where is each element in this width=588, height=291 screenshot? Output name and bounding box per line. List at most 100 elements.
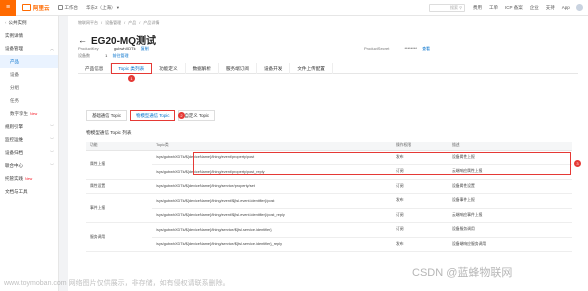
cell-function: 事件上报 bbox=[86, 193, 152, 223]
annotation-marker-3: 3 bbox=[574, 160, 581, 167]
cell-permission: 订阅 bbox=[392, 179, 448, 194]
product-key: ProductKey gubwhXDTk 复制 bbox=[78, 46, 149, 51]
breadcrumb-product-detail: 产品详情 bbox=[143, 20, 160, 25]
copy-product-key-link[interactable]: 复制 bbox=[141, 46, 149, 51]
sidebar-item-monitoring[interactable]: 监控运维 ﹀ bbox=[0, 133, 58, 146]
back-arrow-icon[interactable]: ← bbox=[78, 35, 87, 45]
cell-permission: 订阅 bbox=[392, 208, 448, 223]
cell-permission: 订阅 bbox=[392, 222, 448, 238]
top-link-fee[interactable]: 费用 bbox=[473, 5, 482, 11]
highlight-box-property-post bbox=[193, 152, 571, 175]
sidebar-item-hosted-practice[interactable]: 托管实践 New bbox=[0, 172, 58, 185]
new-badge: New bbox=[25, 176, 33, 181]
sidebar-item-device[interactable]: 设备 bbox=[0, 68, 58, 81]
annotation-marker-1: 1 bbox=[128, 75, 135, 82]
search-icon: ⚲ bbox=[459, 5, 463, 10]
chevron-down-icon: ﹀ bbox=[50, 162, 54, 168]
search-input[interactable]: 搜索 ⚲ bbox=[429, 3, 466, 12]
region-select[interactable]: 华东2（上海） ▾ bbox=[86, 5, 119, 11]
page-title: ← EG20-MQ测试 bbox=[78, 34, 157, 48]
table-row: /sys/gubwhXDTk/${deviceName}/thing/event… bbox=[86, 208, 572, 223]
cell-function: 属性上报 bbox=[86, 150, 152, 180]
cell-description: 设备端响应服务调用 bbox=[448, 237, 572, 252]
sidebar-item-group[interactable]: 分组 bbox=[0, 81, 58, 94]
chevron-down-icon: ﹀ bbox=[50, 149, 54, 155]
view-product-secret-link[interactable]: 查看 bbox=[422, 46, 430, 51]
cell-description: 设备属性设置 bbox=[448, 179, 572, 194]
main-area: 物联网平台 / 设备管理 / 产品 / 产品详情 ← EG20-MQ测试 Pro… bbox=[60, 16, 588, 291]
subtab-thing-model-topic[interactable]: 物模型通信 Topic bbox=[130, 110, 176, 121]
sidebar: ‹ 公共实例 实例详情 设备管理 ︿ 产品 设备 分组 任务 数字孪生 New 规则引… bbox=[0, 16, 59, 291]
tab-file-upload-config[interactable]: 文件上传配置 bbox=[290, 63, 333, 74]
table-row: 属性设置 /sys/gubwhXDTk/${deviceName}/thing/… bbox=[86, 179, 572, 194]
topic-subtabs: 基础通信 Topic 物模型通信 Topic 自定义 Topic bbox=[86, 110, 216, 121]
cell-function: 属性设置 bbox=[86, 179, 152, 194]
chevron-up-icon: ︿ bbox=[50, 45, 54, 51]
sidebar-item-docs-tools[interactable]: 文档与工具 bbox=[0, 185, 58, 198]
sidebar-item-public-instance[interactable]: ‹ 公共实例 bbox=[0, 16, 58, 29]
sidebar-item-device-management[interactable]: 设备管理 ︿ bbox=[0, 42, 58, 55]
sidebar-item-digital-twin[interactable]: 数字孪生 New bbox=[0, 107, 58, 120]
sidebar-item-device-archive[interactable]: 设备归档 ﹀ bbox=[0, 146, 58, 159]
annotation-marker-2: 2 bbox=[178, 112, 185, 119]
top-link-ticket[interactable]: 工单 bbox=[489, 5, 498, 11]
breadcrumb: 物联网平台 / 设备管理 / 产品 / 产品详情 bbox=[78, 20, 160, 26]
watermark-left: www.toymoban.com 网络图片仅供展示，非存储，如有侵权请联系删除。 bbox=[4, 280, 230, 287]
new-badge: New bbox=[30, 111, 38, 116]
breadcrumb-iot[interactable]: 物联网平台 bbox=[78, 20, 98, 26]
watermark-right: CSDN @蓝蜂物联网 bbox=[412, 267, 513, 279]
tab-product-info[interactable]: 产品信息 bbox=[78, 63, 112, 74]
breadcrumb-product[interactable]: 产品 bbox=[128, 20, 136, 26]
column-header-description: 描述 bbox=[448, 142, 572, 151]
cell-topic: /sys/gubwhXDTk/${deviceName}/thing/event… bbox=[152, 193, 392, 209]
table-header-row: 功能 Topic类 操作权限 描述 bbox=[86, 142, 572, 151]
cell-description: 设备事件上报 bbox=[448, 193, 572, 209]
section-title: 物模型通信 Topic 列表 bbox=[86, 130, 132, 135]
top-links: 费用 工单 ICP 备案 企业 支持 App bbox=[473, 5, 570, 11]
menu-icon[interactable]: ≡ bbox=[0, 0, 16, 16]
tab-topic-list[interactable]: Topic 类列表 bbox=[111, 63, 153, 74]
column-header-function: 功能 bbox=[86, 142, 152, 151]
content-panel: 物联网平台 / 设备管理 / 产品 / 产品详情 ← EG20-MQ测试 Pro… bbox=[68, 16, 588, 291]
tab-device-development[interactable]: 设备开发 bbox=[257, 63, 291, 74]
column-header-permission: 操作权限 bbox=[392, 142, 448, 151]
tab-data-parsing[interactable]: 数据解析 bbox=[186, 63, 219, 74]
subtab-basic-topic[interactable]: 基础通信 Topic bbox=[86, 110, 128, 121]
table-row: /sys/gubwhXDTk/${deviceName}/thing/servi… bbox=[86, 237, 572, 252]
cell-description: 设备服务调用 bbox=[448, 222, 572, 238]
home-icon bbox=[57, 5, 63, 10]
sidebar-item-union-center[interactable]: 联合中心 ﹀ bbox=[0, 159, 58, 172]
cell-topic: /sys/gubwhXDTk/${deviceName}/thing/event… bbox=[152, 208, 392, 223]
top-bar: ≡ 阿里云 工作台 华东2（上海） ▾ 搜索 ⚲ 费用 工单 ICP 备案 企业… bbox=[0, 0, 588, 16]
cell-topic: /sys/gubwhXDTk/${deviceName}/thing/servi… bbox=[152, 222, 392, 238]
workbench-link[interactable]: 工作台 bbox=[57, 5, 78, 11]
cell-description: 云端响应事件上报 bbox=[448, 208, 572, 223]
avatar[interactable] bbox=[575, 4, 583, 11]
brand-logo[interactable]: 阿里云 bbox=[22, 4, 50, 12]
chevron-left-icon: ‹ bbox=[5, 20, 7, 25]
device-count: 设备数 1 前往管理 bbox=[78, 53, 129, 58]
cell-permission: 发布 bbox=[392, 193, 448, 209]
breadcrumb-device-mgmt[interactable]: 设备管理 bbox=[105, 20, 121, 26]
top-link-support[interactable]: 支持 bbox=[546, 5, 555, 11]
aliyun-logo-icon bbox=[22, 4, 31, 11]
top-link-icp[interactable]: ICP 备案 bbox=[505, 5, 523, 11]
top-link-enterprise[interactable]: 企业 bbox=[530, 5, 539, 11]
sidebar-item-task[interactable]: 任务 bbox=[0, 94, 58, 107]
column-header-topic: Topic类 bbox=[152, 142, 392, 151]
cell-topic: /sys/gubwhXDTk/${deviceName}/thing/servi… bbox=[152, 179, 392, 194]
table-row: 事件上报 /sys/gubwhXDTk/${deviceName}/thing/… bbox=[86, 193, 572, 223]
manage-devices-link[interactable]: 前往管理 bbox=[112, 53, 128, 58]
tab-server-subscription[interactable]: 服务端订阅 bbox=[219, 63, 257, 74]
sidebar-item-instance-detail[interactable]: 实例详情 bbox=[0, 29, 58, 42]
chevron-down-icon: ﹀ bbox=[50, 123, 54, 129]
product-tabs: 产品信息 Topic 类列表 功能定义 数据解析 服务端订阅 设备开发 文件上传… bbox=[78, 63, 578, 74]
chevron-down-icon: ﹀ bbox=[50, 136, 54, 142]
sidebar-item-rule-engine[interactable]: 规则引擎 ﹀ bbox=[0, 120, 58, 133]
cell-topic: /sys/gubwhXDTk/${deviceName}/thing/servi… bbox=[152, 237, 392, 252]
cell-permission: 发布 bbox=[392, 237, 448, 252]
tab-function-definition[interactable]: 功能定义 bbox=[152, 63, 186, 74]
sidebar-item-product[interactable]: 产品 bbox=[0, 55, 58, 68]
table-row: 服务调用 /sys/gubwhXDTk/${deviceName}/thing/… bbox=[86, 222, 572, 252]
top-link-app[interactable]: App bbox=[562, 5, 570, 11]
